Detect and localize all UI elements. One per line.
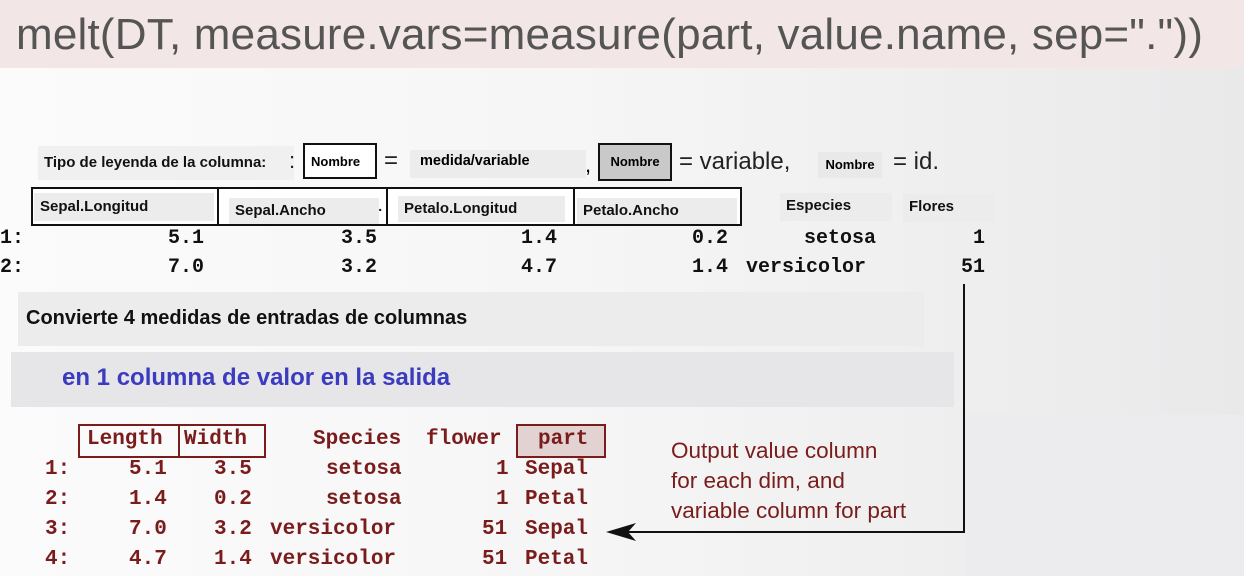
arrow-line [620, 284, 965, 533]
arrow-connector [606, 284, 965, 541]
